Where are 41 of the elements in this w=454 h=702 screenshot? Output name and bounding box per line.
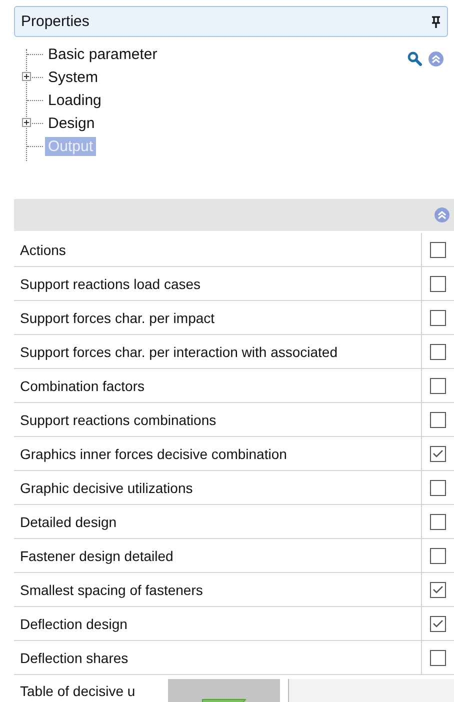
- option-label: Graphic decisive utilizations: [19, 478, 194, 498]
- option-label: Detailed design: [19, 512, 118, 532]
- checkbox[interactable]: [430, 480, 446, 496]
- option-label: Support reactions load cases: [19, 274, 202, 294]
- option-label: Smallest spacing of fasteners: [19, 580, 204, 600]
- checkbox[interactable]: [430, 616, 446, 632]
- checkbox[interactable]: [430, 446, 446, 462]
- option-label: Graphics inner forces decisive combination: [19, 444, 288, 464]
- collapse-icon[interactable]: [434, 207, 450, 223]
- option-label: Combination factors: [19, 376, 146, 396]
- panel-title: Properties: [21, 13, 90, 30]
- option-label: Deflection design: [19, 614, 128, 634]
- checkbox[interactable]: [430, 344, 446, 360]
- option-label: Support reactions combinations: [19, 410, 218, 430]
- check-icon: [433, 450, 443, 458]
- check-icon: [433, 620, 443, 628]
- checkbox[interactable]: [430, 650, 446, 666]
- checkbox[interactable]: [430, 412, 446, 428]
- checkbox[interactable]: [430, 276, 446, 292]
- expand-icon[interactable]: [22, 72, 31, 81]
- checkbox[interactable]: [430, 242, 446, 258]
- checkbox[interactable]: [430, 548, 446, 564]
- checkbox[interactable]: [430, 582, 446, 598]
- check-icon: [433, 586, 443, 594]
- option-label: Table of decisive u: [19, 682, 136, 701]
- checkbox[interactable]: [430, 378, 446, 394]
- checkbox[interactable]: [430, 310, 446, 326]
- option-label: Fastener design detailed: [19, 546, 174, 566]
- checkbox[interactable]: [430, 514, 446, 530]
- search-icon[interactable]: [407, 51, 422, 66]
- tree-item[interactable]: Design: [45, 114, 98, 132]
- tree-item[interactable]: System: [45, 68, 102, 86]
- option-label: Support forces char. per interaction with associated: [19, 342, 339, 362]
- pin-icon[interactable]: [431, 16, 441, 28]
- option-label: Support forces char. per impact: [19, 308, 216, 328]
- tree-item[interactable]: Loading: [45, 90, 104, 110]
- tree-item[interactable]: Basic parameter: [45, 44, 160, 64]
- collapse-icon[interactable]: [428, 51, 444, 67]
- expand-icon[interactable]: [22, 118, 31, 127]
- option-label: Deflection shares: [19, 648, 130, 668]
- option-label: Actions: [19, 240, 67, 260]
